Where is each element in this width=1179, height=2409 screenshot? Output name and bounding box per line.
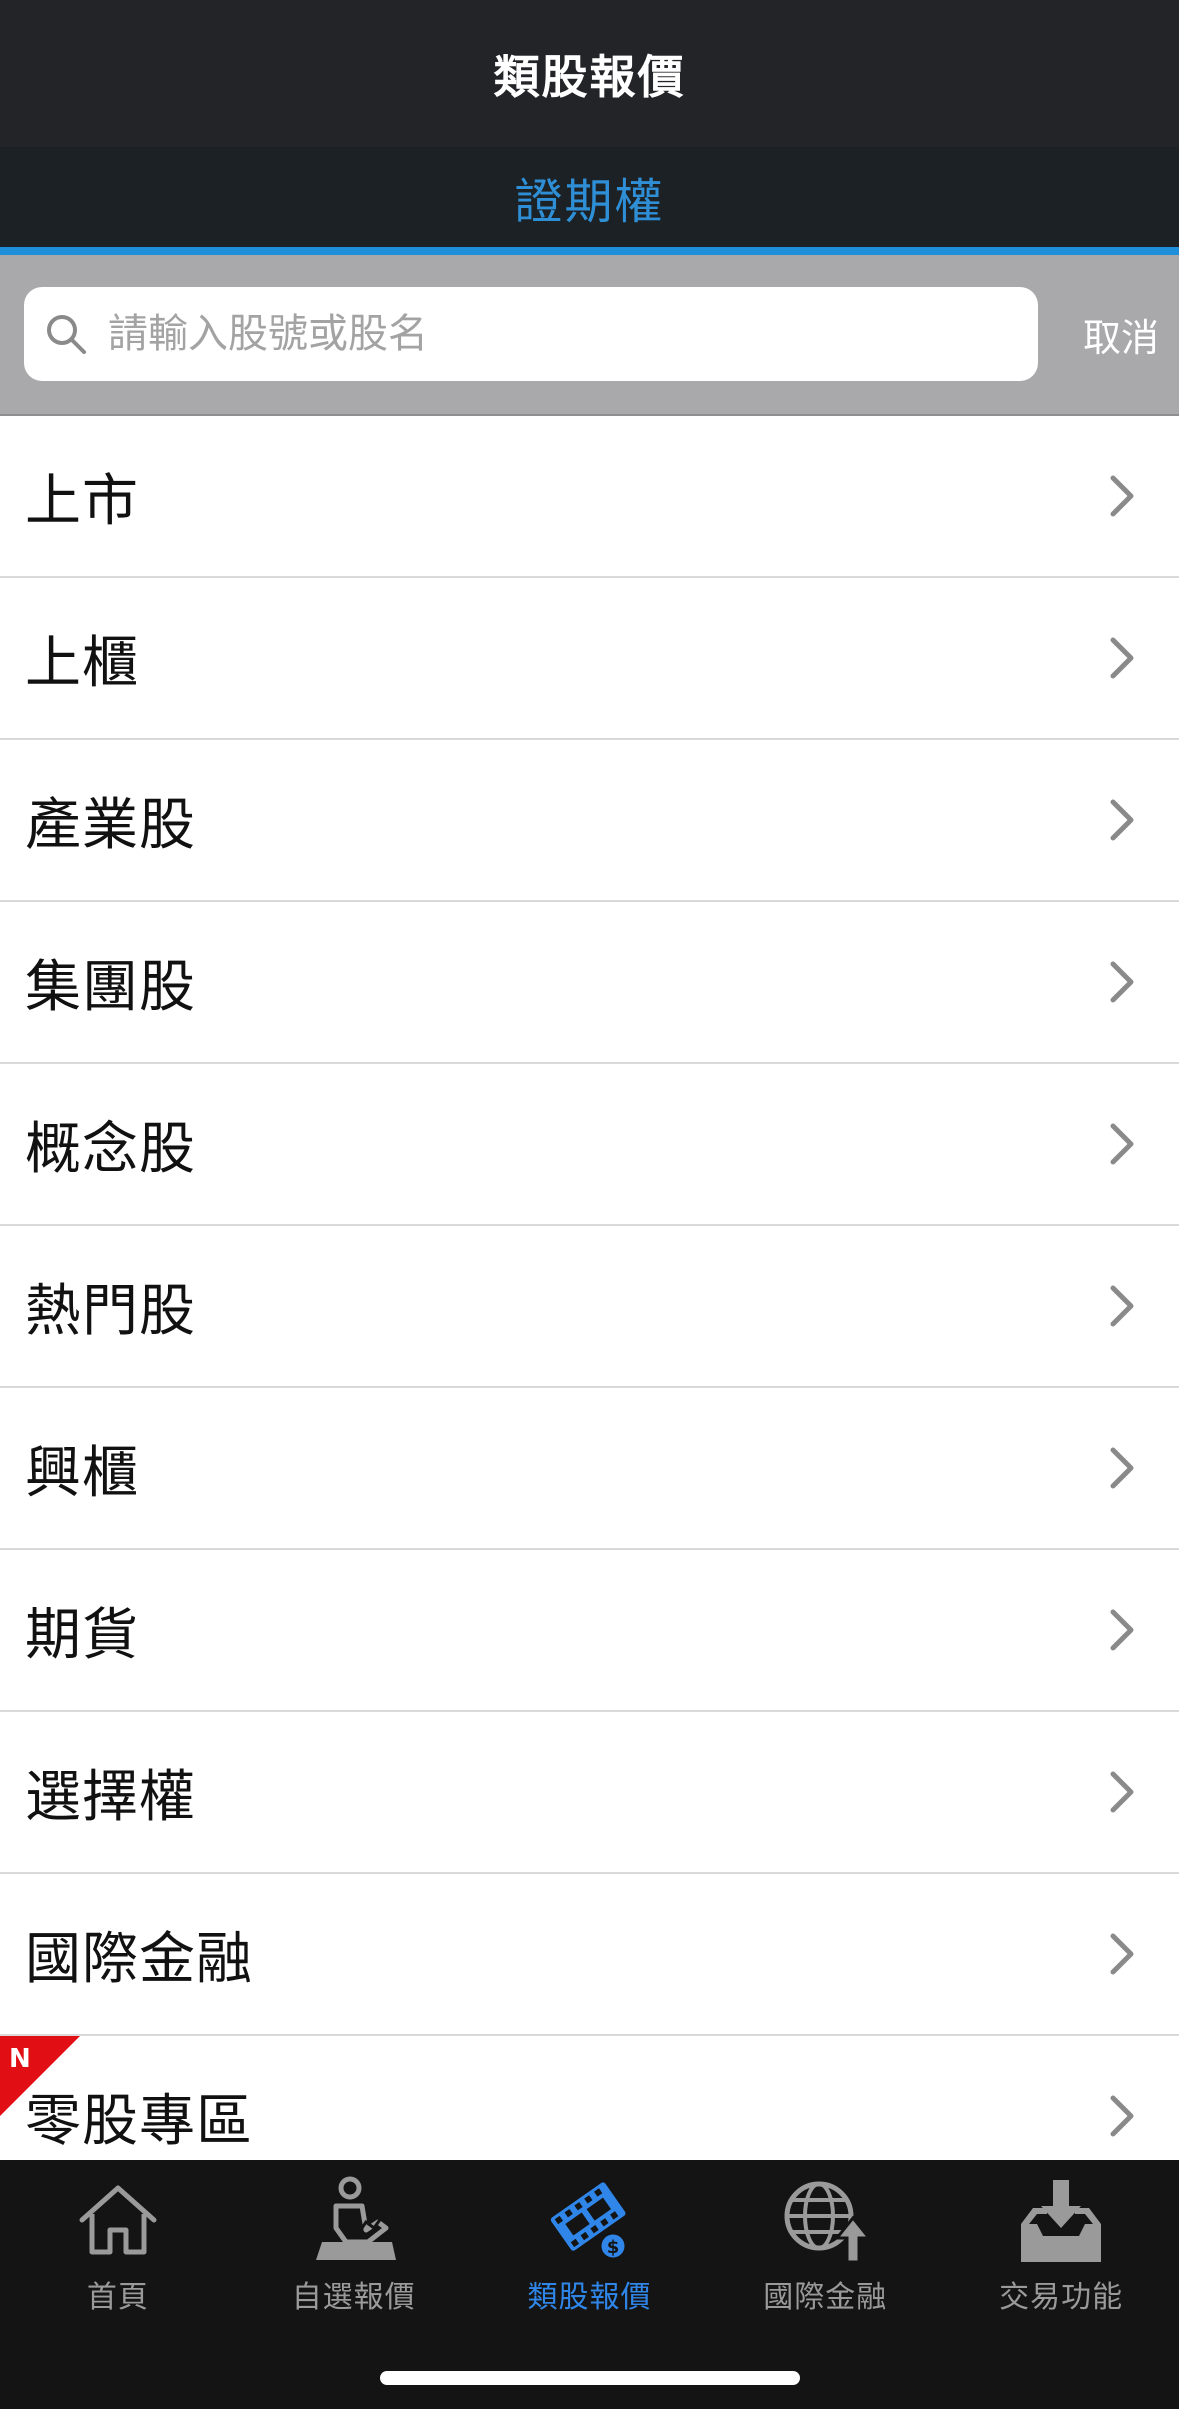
chevron-right-icon <box>1110 1285 1134 1327</box>
list-item-hot[interactable]: 熱門股 <box>0 1226 1179 1388</box>
search-bar: 取消 <box>0 255 1179 416</box>
list-item-options[interactable]: 選擇權 <box>0 1712 1179 1874</box>
globe-arrow-icon <box>784 2181 873 2264</box>
list-item-otc[interactable]: 上櫃 <box>0 578 1179 740</box>
chevron-right-icon <box>1110 1447 1134 1489</box>
nav-label: 自選報價 <box>291 2280 416 2315</box>
category-list: 上市 上櫃 產業股 集團股 概念股 熱門股 興櫃 期貨 選擇權 國際金融 N 零… <box>0 416 1179 2198</box>
tab-bar: 證期權 <box>0 147 1179 247</box>
person-chart-icon <box>315 2176 396 2260</box>
film-dollar-icon: $ <box>551 2182 628 2261</box>
tab-securities-futures-options[interactable]: 證期權 <box>514 162 664 232</box>
svg-text:$: $ <box>607 2237 620 2258</box>
nav-label: 首頁 <box>86 2280 149 2315</box>
search-icon <box>47 315 86 354</box>
list-item-listed[interactable]: 上市 <box>0 416 1179 578</box>
cancel-button[interactable]: 取消 <box>1083 287 1159 381</box>
app-screen: 類股報價 證期權 取消 上市 上櫃 產業股 集團股 <box>0 0 1179 2409</box>
list-item-label: 選擇權 <box>25 1764 196 1830</box>
chevron-right-icon <box>1110 2095 1134 2137</box>
list-item-industry[interactable]: 產業股 <box>0 740 1179 902</box>
list-item-group[interactable]: 集團股 <box>0 902 1179 1064</box>
chevron-right-icon <box>1110 1933 1134 1975</box>
inbox-download-icon <box>1021 2180 1102 2262</box>
list-item-label: 期貨 <box>25 1602 139 1668</box>
list-item-label: 集團股 <box>25 954 196 1020</box>
nav-international-finance[interactable]: 國際金融 <box>707 2160 943 2320</box>
page-title: 類股報價 <box>493 49 686 104</box>
search-box[interactable] <box>24 287 1038 381</box>
nav-label: 交易功能 <box>999 2280 1124 2315</box>
list-item-futures[interactable]: 期貨 <box>0 1550 1179 1712</box>
chevron-right-icon <box>1110 961 1134 1003</box>
nav-home[interactable]: 首頁 <box>0 2160 236 2320</box>
list-item-label: 上櫃 <box>25 630 139 696</box>
chevron-right-icon <box>1110 1771 1134 1813</box>
tab-underline <box>0 247 1179 255</box>
list-item-concept[interactable]: 概念股 <box>0 1064 1179 1226</box>
list-item-label: 興櫃 <box>25 1440 139 1506</box>
home-icon <box>79 2185 157 2255</box>
nav-watchlist[interactable]: 自選報價 <box>236 2160 472 2320</box>
list-item-label: 國際金融 <box>25 1926 253 1992</box>
list-item-label: 概念股 <box>25 1116 196 1182</box>
list-item-label: 上市 <box>25 468 139 534</box>
nav-sector-quotes[interactable]: $ 類股報價 <box>472 2160 708 2320</box>
new-badge: N <box>0 2036 80 2116</box>
chevron-right-icon <box>1110 475 1134 517</box>
new-badge-label: N <box>9 2044 31 2074</box>
list-item-international-finance[interactable]: 國際金融 <box>0 1874 1179 2036</box>
title-bar: 類股報價 <box>0 0 1179 147</box>
chevron-right-icon <box>1110 1609 1134 1651</box>
list-item-label: 熱門股 <box>25 1278 196 1344</box>
list-item-label: 產業股 <box>25 792 196 858</box>
chevron-right-icon <box>1110 799 1134 841</box>
search-input[interactable] <box>108 311 1008 357</box>
nav-trading[interactable]: 交易功能 <box>943 2160 1179 2320</box>
nav-label: 國際金融 <box>763 2280 888 2315</box>
bottom-nav: 首頁 自選報價 $ 類股報價 國際金融 交易功能 <box>0 2160 1179 2409</box>
chevron-right-icon <box>1110 637 1134 679</box>
chevron-right-icon <box>1110 1123 1134 1165</box>
nav-label: 類股報價 <box>527 2280 652 2315</box>
list-item-emerging[interactable]: 興櫃 <box>0 1388 1179 1550</box>
home-indicator[interactable] <box>380 2371 800 2385</box>
